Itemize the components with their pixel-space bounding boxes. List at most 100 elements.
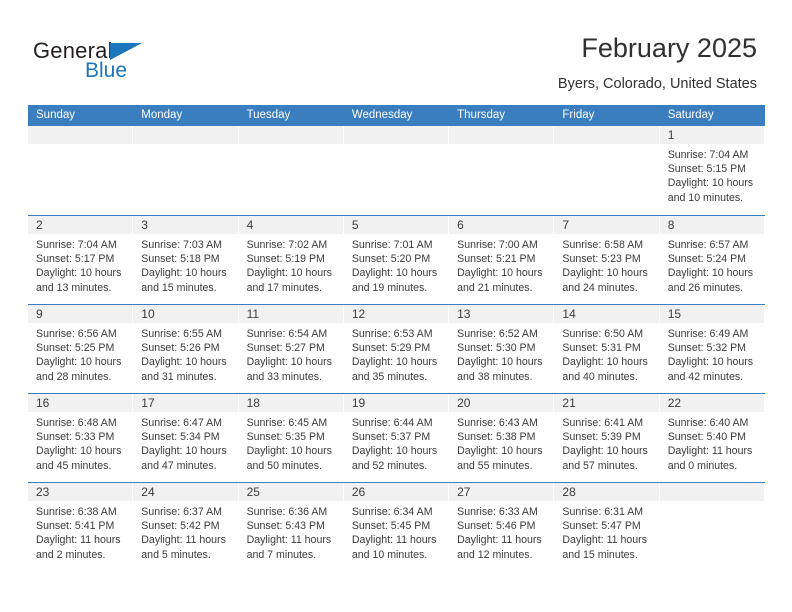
day-cell-14[interactable]: 14 Sunrise: 6:50 AM Sunset: 5:31 PM Dayligh…	[554, 305, 660, 393]
day-detail-line: and 47 minutes.	[141, 459, 217, 472]
day-cell-3[interactable]: 3 Sunrise: 7:03 AM Sunset: 5:18 PM Daylight…	[133, 216, 239, 304]
title-block: February 2025 Byers, Colorado, United St…	[558, 32, 757, 93]
day-number: 17	[141, 396, 155, 410]
day-detail-line: Daylight: 10 hours	[141, 267, 227, 280]
day-detail-line: Sunset: 5:26 PM	[141, 342, 220, 355]
day-detail-line: Daylight: 10 hours	[562, 445, 648, 458]
day-number-band: 3	[133, 216, 238, 234]
day-detail-line: Sunset: 5:38 PM	[457, 431, 536, 444]
day-cell-15[interactable]: 15 Sunrise: 6:49 AM Sunset: 5:32 PM Dayligh…	[659, 305, 765, 393]
day-detail-line: and 19 minutes.	[351, 281, 428, 294]
day-cell-24[interactable]: 24 Sunrise: 6:37 AM Sunset: 5:42 PM Dayligh…	[133, 483, 239, 571]
day-detail-line: and 45 minutes.	[36, 459, 112, 472]
day-detail-line: Daylight: 11 hours	[36, 534, 121, 547]
day-details: Sunrise: 6:49 AM Sunset: 5:32 PM Daylight:…	[660, 323, 764, 384]
calendar-week-row: 9 Sunrise: 6:56 AM Sunset: 5:25 PM Daylight…	[28, 304, 765, 393]
day-cell-12[interactable]: 12 Sunrise: 6:53 AM Sunset: 5:29 PM Dayligh…	[343, 305, 450, 393]
day-detail-line: Daylight: 10 hours	[667, 177, 754, 190]
day-detail-line: and 21 minutes.	[457, 281, 533, 294]
day-cell-6[interactable]: 6 Sunrise: 7:00 AM Sunset: 5:21 PM Daylight…	[449, 216, 555, 304]
weekday-header-row: Sunday Monday Tuesday Wednesday Thursday Frid…	[28, 105, 765, 126]
day-detail-line: and 38 minutes.	[457, 370, 533, 383]
day-details: Sunrise: 6:31 AM Sunset: 5:47 PM Daylight:…	[554, 501, 658, 562]
day-cell-1[interactable]: 1 Sunrise: 7:04 AM Sunset: 5:15 PM Daylight…	[659, 126, 765, 215]
day-detail-line: and 55 minutes.	[457, 459, 533, 472]
day-detail-line: Sunset: 5:31 PM	[562, 342, 641, 355]
day-cell-20[interactable]: 20 Sunrise: 6:43 AM Sunset: 5:38 PM Dayligh…	[449, 394, 555, 482]
day-cell-13[interactable]: 13 Sunrise: 6:52 AM Sunset: 5:30 PM Dayligh…	[449, 305, 555, 393]
day-detail-line: Sunset: 5:34 PM	[141, 431, 220, 444]
day-cell-5[interactable]: 5 Sunrise: 7:01 AM Sunset: 5:20 PM Daylight…	[343, 216, 450, 304]
day-detail-line: Daylight: 10 hours	[351, 267, 438, 280]
day-detail-line: Sunrise: 7:04 AM	[667, 149, 749, 161]
day-details: Sunrise: 7:03 AM Sunset: 5:18 PM Daylight:…	[133, 234, 237, 295]
day-detail-line: and 2 minutes.	[36, 548, 106, 561]
day-cell-11[interactable]: 11 Sunrise: 6:54 AM Sunset: 5:27 PM Dayligh…	[238, 305, 344, 393]
day-detail-line: Daylight: 10 hours	[562, 356, 648, 369]
day-cell-21[interactable]: 21 Sunrise: 6:41 AM Sunset: 5:39 PM Dayligh…	[554, 394, 660, 482]
day-cell-9[interactable]: 9 Sunrise: 6:56 AM Sunset: 5:25 PM Daylight…	[28, 305, 134, 393]
day-number: 19	[351, 396, 366, 410]
calendar-grid: Sunday Monday Tuesday Wednesday Thursday Frid…	[28, 105, 765, 571]
calendar-weeks: 1 Sunrise: 7:04 AM Sunset: 5:15 PM Daylight…	[28, 126, 765, 571]
day-cell-empty	[449, 126, 555, 215]
day-number-band: 22	[659, 394, 764, 412]
day-cell-26[interactable]: 26 Sunrise: 6:34 AM Sunset: 5:45 PM Dayligh…	[343, 483, 450, 571]
day-number-band	[554, 126, 659, 144]
day-detail-line: Daylight: 10 hours	[246, 356, 332, 369]
day-cell-19[interactable]: 19 Sunrise: 6:44 AM Sunset: 5:37 PM Dayligh…	[343, 394, 450, 482]
day-cell-27[interactable]: 27 Sunrise: 6:33 AM Sunset: 5:46 PM Dayligh…	[449, 483, 555, 571]
day-cell-18[interactable]: 18 Sunrise: 6:45 AM Sunset: 5:35 PM Dayligh…	[238, 394, 344, 482]
day-cell-2[interactable]: 2 Sunrise: 7:04 AM Sunset: 5:17 PM Daylight…	[28, 216, 134, 304]
day-number: 22	[667, 396, 682, 410]
brand-logo[interactable]: General Blue	[33, 38, 163, 88]
day-cell-4[interactable]: 4 Sunrise: 7:02 AM Sunset: 5:19 PM Daylight…	[238, 216, 344, 304]
day-cell-empty	[659, 483, 765, 571]
day-detail-line: and 15 minutes.	[141, 281, 217, 294]
day-details: Sunrise: 6:40 AM Sunset: 5:40 PM Daylight:…	[660, 412, 764, 473]
day-cell-23[interactable]: 23 Sunrise: 6:38 AM Sunset: 5:41 PM Dayligh…	[28, 483, 134, 571]
day-details: Sunrise: 6:57 AM Sunset: 5:24 PM Daylight:…	[660, 234, 764, 295]
day-cell-25[interactable]: 25 Sunrise: 6:36 AM Sunset: 5:43 PM Dayligh…	[238, 483, 344, 571]
day-details: Sunrise: 6:52 AM Sunset: 5:30 PM Daylight:…	[449, 323, 553, 384]
day-cell-28[interactable]: 28 Sunrise: 6:31 AM Sunset: 5:47 PM Dayligh…	[554, 483, 660, 571]
day-detail-line: and 50 minutes.	[246, 459, 322, 472]
day-number-band: 19	[343, 394, 449, 412]
location-subtitle: Byers, Colorado, United States	[557, 76, 757, 92]
weekday-header-sunday: Sunday	[36, 109, 76, 121]
day-details: Sunrise: 6:44 AM Sunset: 5:37 PM Daylight:…	[344, 412, 448, 473]
calendar-week-row: 16 Sunrise: 6:48 AM Sunset: 5:33 PM Dayligh…	[28, 393, 765, 482]
day-detail-line: Sunset: 5:41 PM	[36, 520, 115, 533]
day-cell-17[interactable]: 17 Sunrise: 6:47 AM Sunset: 5:34 PM Dayligh…	[133, 394, 239, 482]
day-number: 2	[36, 218, 43, 232]
day-details: Sunrise: 6:50 AM Sunset: 5:31 PM Daylight:…	[554, 323, 658, 384]
day-details: Sunrise: 6:54 AM Sunset: 5:27 PM Daylight:…	[239, 323, 343, 384]
day-details: Sunrise: 6:33 AM Sunset: 5:46 PM Daylight:…	[449, 501, 553, 562]
day-number: 14	[562, 307, 576, 321]
day-number-band: 7	[554, 216, 659, 234]
day-number-band: 17	[133, 394, 238, 412]
day-number: 16	[36, 396, 50, 410]
day-number-band: 23	[28, 483, 133, 501]
day-cell-8[interactable]: 8 Sunrise: 6:57 AM Sunset: 5:24 PM Daylight…	[659, 216, 765, 304]
day-detail-line: and 57 minutes.	[562, 459, 638, 472]
day-number-band: 14	[554, 305, 659, 323]
day-cell-10[interactable]: 10 Sunrise: 6:55 AM Sunset: 5:26 PM Dayligh…	[133, 305, 239, 393]
day-number-band	[238, 126, 343, 144]
day-detail-line: Sunrise: 6:57 AM	[667, 239, 749, 251]
day-detail-line: Daylight: 10 hours	[351, 356, 438, 369]
day-detail-line: and 31 minutes.	[141, 370, 217, 383]
day-detail-line: and 10 minutes.	[667, 191, 744, 204]
triangle-icon	[110, 43, 142, 60]
calendar-week-row: 2 Sunrise: 7:04 AM Sunset: 5:17 PM Daylight…	[28, 215, 765, 304]
day-cell-22[interactable]: 22 Sunrise: 6:40 AM Sunset: 5:40 PM Dayligh…	[659, 394, 765, 482]
day-number: 11	[246, 307, 260, 321]
day-number: 7	[562, 218, 570, 232]
day-number-band: 20	[449, 394, 554, 412]
day-cell-16[interactable]: 16 Sunrise: 6:48 AM Sunset: 5:33 PM Dayligh…	[28, 394, 134, 482]
calendar-week-row: 1 Sunrise: 7:04 AM Sunset: 5:15 PM Daylight…	[28, 126, 765, 215]
day-cell-7[interactable]: 7 Sunrise: 6:58 AM Sunset: 5:23 PM Daylight…	[554, 216, 660, 304]
day-number-band: 15	[659, 305, 764, 323]
day-details: Sunrise: 6:48 AM Sunset: 5:33 PM Daylight:…	[28, 412, 132, 473]
day-detail-line: Sunrise: 6:49 AM	[667, 328, 749, 340]
